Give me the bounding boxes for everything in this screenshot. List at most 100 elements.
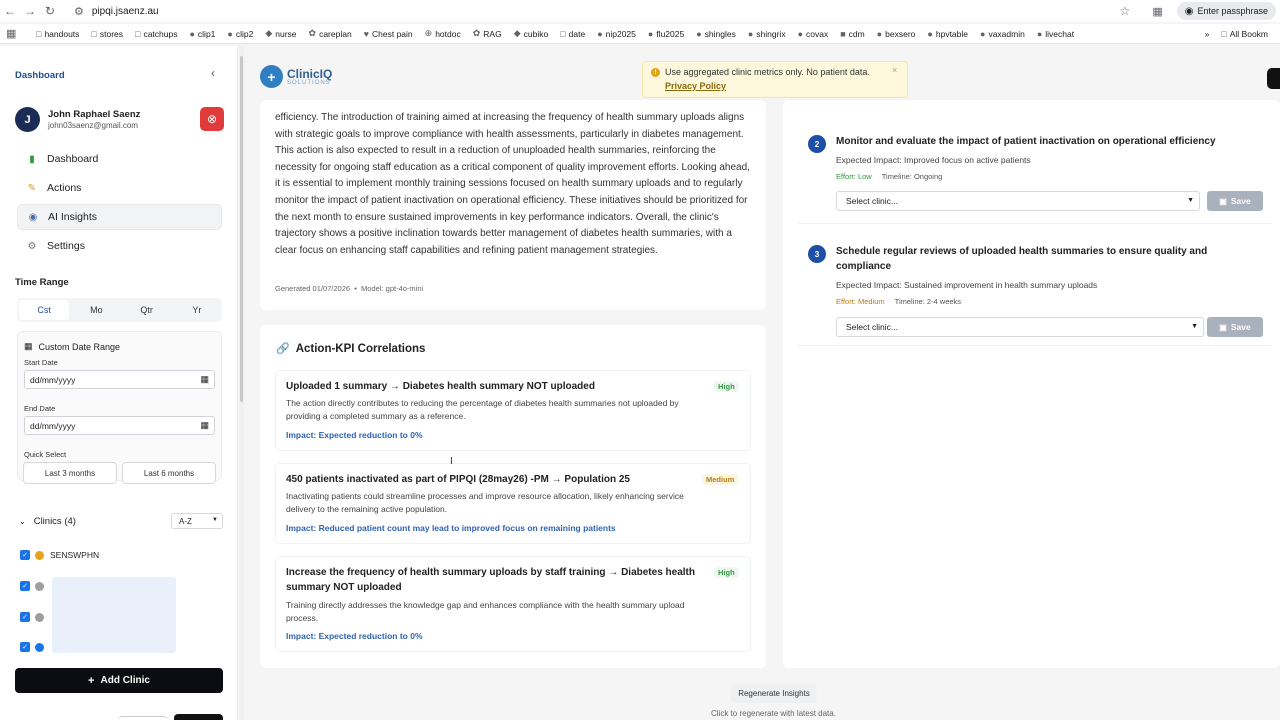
- globe-icon: ●: [189, 28, 195, 39]
- custom-date-range: ▦ Custom Date Range Start Date dd/mm/yyy…: [17, 331, 222, 481]
- sidebar-item-settings[interactable]: ⚙ Settings: [17, 233, 222, 259]
- save-button[interactable]: ▣ Save: [1207, 317, 1263, 337]
- tab-month[interactable]: Mo: [71, 298, 121, 322]
- clinic-select[interactable]: Select clinic... ▼: [836, 317, 1204, 337]
- banner-message: Use aggregated clinic metrics only. No p…: [665, 67, 870, 77]
- floating-side-button[interactable]: [1267, 68, 1280, 89]
- bookmark-star-icon[interactable]: ☆: [1120, 4, 1131, 18]
- bookmark-item[interactable]: □ stores: [91, 29, 123, 39]
- bookmark-item[interactable]: ● flu2025: [648, 29, 684, 39]
- back-icon[interactable]: ←: [0, 1, 20, 21]
- clinic-item[interactable]: ✓: [20, 639, 50, 655]
- close-icon[interactable]: ×: [892, 65, 897, 75]
- recommendation-meta: Effort: Medium Timeline: 2-4 weeks: [836, 297, 961, 306]
- clinic-item[interactable]: ✓: [20, 578, 50, 594]
- recommendation-number: 3: [808, 245, 826, 263]
- bookmark-item[interactable]: ⊕ hotdoc: [425, 28, 461, 39]
- warning-icon: !: [651, 68, 660, 77]
- chevron-down-icon: ▼: [212, 517, 218, 523]
- square-icon: ■: [840, 28, 846, 39]
- checkbox[interactable]: ✓: [20, 612, 30, 622]
- privacy-banner: ! Use aggregated clinic metrics only. No…: [642, 61, 908, 98]
- add-clinic-button[interactable]: + Add Clinic: [15, 668, 223, 693]
- bookmark-item[interactable]: □ handouts: [36, 29, 79, 39]
- checkbox[interactable]: ✓: [20, 642, 30, 652]
- bookmark-item[interactable]: ■ cdm: [840, 29, 865, 39]
- model-name: Model: gpt-4o-mini: [361, 284, 424, 293]
- sidebar-item-dashboard[interactable]: ▮ Dashboard: [17, 146, 222, 172]
- start-date-input[interactable]: dd/mm/yyyy ▦: [24, 370, 215, 389]
- bookmark-item[interactable]: ● bexsero: [877, 29, 916, 39]
- calendar-icon[interactable]: ▦: [200, 374, 209, 385]
- bookmark-item[interactable]: ♥ Chest pain: [364, 29, 413, 39]
- bookmark-item[interactable]: ✿ RAG: [473, 28, 502, 39]
- clinic-item[interactable]: ✓: [20, 609, 50, 625]
- bookmark-item[interactable]: ● vaxadmin: [980, 29, 1025, 39]
- folder-icon: □: [560, 28, 566, 39]
- site-settings-icon[interactable]: ⚙: [74, 5, 84, 18]
- priority-badge: High: [714, 381, 739, 392]
- sidebar-footer-button[interactable]: [118, 716, 168, 720]
- medical-cross-icon: +: [260, 65, 283, 88]
- more-bookmarks-icon[interactable]: »: [1205, 29, 1210, 39]
- calendar-icon[interactable]: ▦: [200, 420, 209, 431]
- bookmark-item[interactable]: ✿ careplan: [309, 28, 352, 39]
- apps-grid-icon[interactable]: ▦: [6, 27, 26, 40]
- gear-icon: ✿: [472, 28, 481, 38]
- address-bar[interactable]: ⚙ pipqi.jsaenz.au: [74, 2, 159, 20]
- gear-icon: ✿: [308, 28, 317, 38]
- recommendation-item: 2 Monitor and evaluate the impact of pat…: [798, 123, 1272, 224]
- sidebar-item-actions[interactable]: ✎ Actions: [17, 175, 222, 201]
- bookmark-item[interactable]: ● shingles: [696, 29, 736, 39]
- end-date-input[interactable]: dd/mm/yyyy ▦: [24, 416, 215, 435]
- folder-icon: □: [91, 28, 97, 39]
- reload-icon[interactable]: ↻: [40, 1, 60, 21]
- brand-logo[interactable]: + ClinicIQ SOLUTIONS: [260, 65, 332, 88]
- bookmark-item[interactable]: ● clip1: [189, 29, 215, 39]
- bookmark-item[interactable]: ◆ cubiko: [514, 28, 549, 39]
- sidebar: Dashboard ‹ J John Raphael Saenz john03s…: [0, 46, 238, 720]
- correlation-impact: Impact: Reduced patient count may lead t…: [286, 523, 616, 533]
- recommendation-title: Monitor and evaluate the impact of patie…: [836, 136, 1216, 147]
- correlations-title: 🔗 Action-KPI Correlations: [276, 342, 426, 356]
- tab-year[interactable]: Yr: [172, 298, 222, 322]
- last-6-months-button[interactable]: Last 6 months: [122, 462, 216, 484]
- clinic-select[interactable]: Select clinic... ▼: [836, 191, 1200, 211]
- passphrase-button[interactable]: ◉ Enter passphrase: [1176, 2, 1276, 20]
- bookmark-item[interactable]: □ catchups: [135, 29, 177, 39]
- chevron-down-icon: ⌄: [19, 517, 26, 526]
- checkbox[interactable]: ✓: [20, 550, 30, 560]
- all-bookmarks[interactable]: □ All Bookm: [1221, 29, 1268, 39]
- bookmark-item[interactable]: ● clip2: [227, 29, 253, 39]
- clinic-sort-select[interactable]: A-Z ▼: [171, 513, 223, 529]
- last-3-months-button[interactable]: Last 3 months: [23, 462, 117, 484]
- save-button[interactable]: ▣ Save: [1207, 191, 1263, 211]
- bookmark-item[interactable]: ● hpvtable: [927, 29, 968, 39]
- sidebar-scrollbar-thumb[interactable]: [240, 56, 243, 402]
- extensions-icon[interactable]: ▦: [1152, 5, 1162, 18]
- logout-button[interactable]: ⊗: [200, 107, 224, 131]
- collapse-sidebar-icon[interactable]: ‹: [211, 66, 215, 80]
- bookmark-item[interactable]: □ date: [560, 29, 585, 39]
- globe-icon: ●: [597, 28, 603, 39]
- clinic-item[interactable]: ✓ SENSWPHN: [20, 547, 99, 563]
- bookmark-item[interactable]: ● shingrix: [748, 29, 786, 39]
- recommendation-meta: Effort: Low Timeline: Ongoing: [836, 172, 942, 181]
- brand-sub: SOLUTIONS: [287, 79, 331, 86]
- clinics-header[interactable]: ⌄ Clinics (4): [19, 516, 76, 527]
- bookmark-item[interactable]: ◆ nurse: [265, 28, 296, 39]
- heart-icon: ♥: [363, 28, 370, 39]
- user-profile: J John Raphael Saenz john03saenz@gmail.c…: [15, 106, 225, 134]
- forward-icon[interactable]: →: [20, 1, 40, 21]
- bookmark-item[interactable]: ● livechat: [1037, 29, 1074, 39]
- bookmark-item[interactable]: ● covax: [798, 29, 829, 39]
- sidebar-footer-button[interactable]: [174, 714, 223, 720]
- sidebar-item-ai-insights[interactable]: ◉ AI Insights: [17, 204, 222, 230]
- tab-custom[interactable]: Cst: [19, 300, 70, 320]
- checkbox[interactable]: ✓: [20, 581, 30, 591]
- regenerate-insights-button[interactable]: Regenerate Insights: [731, 684, 817, 703]
- globe-icon: ●: [747, 28, 754, 39]
- tab-quarter[interactable]: Qtr: [122, 298, 172, 322]
- bookmark-item[interactable]: ● nip2025: [597, 29, 636, 39]
- privacy-policy-link[interactable]: Privacy Policy: [665, 81, 726, 91]
